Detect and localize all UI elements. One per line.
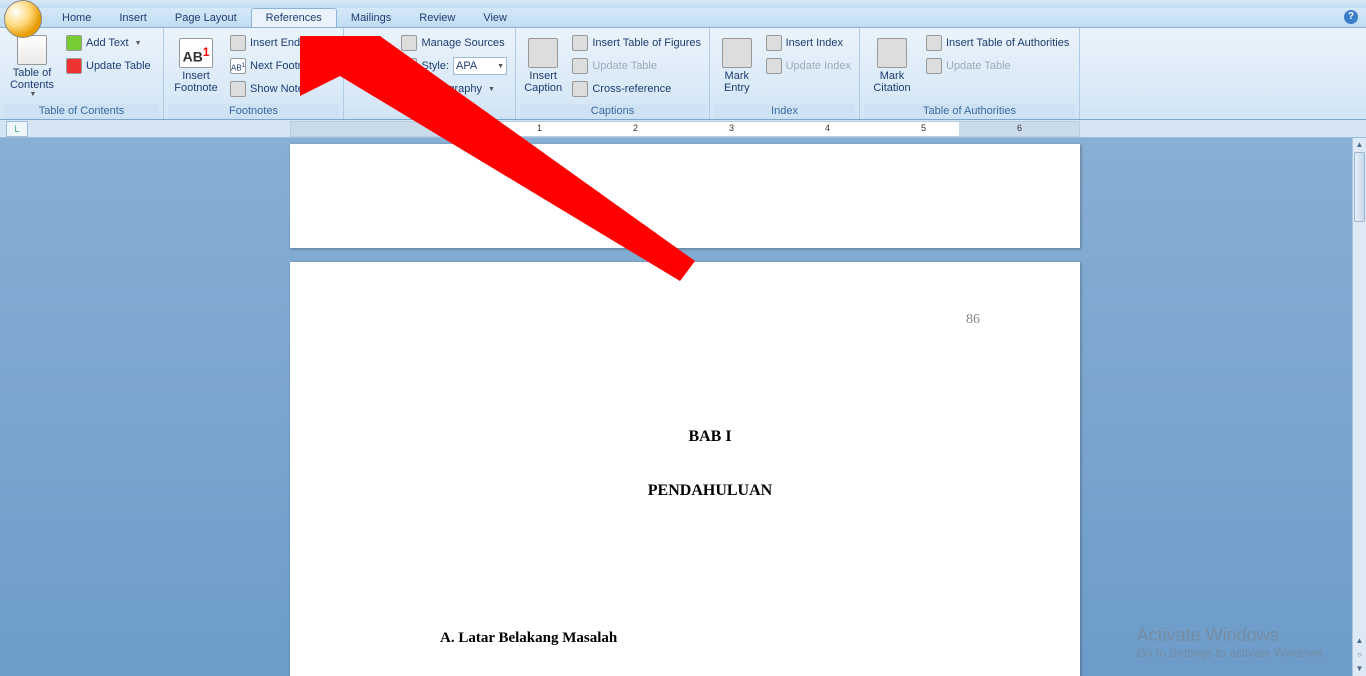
show-notes-button[interactable]: Show Notes bbox=[226, 78, 336, 100]
tab-mailings[interactable]: Mailings bbox=[337, 9, 405, 27]
tab-view[interactable]: View bbox=[469, 9, 521, 27]
doc-title-1: BAB I bbox=[440, 428, 980, 446]
prev-page-button[interactable]: ▲ bbox=[1353, 634, 1366, 648]
group-label-index: Index bbox=[714, 104, 855, 119]
next-page-button[interactable]: ▼ bbox=[1353, 662, 1366, 676]
mark-citation-button[interactable]: Mark Citation bbox=[864, 30, 920, 102]
style-icon bbox=[401, 58, 417, 74]
update-table-button[interactable]: Update Table bbox=[62, 55, 155, 77]
mark-entry-button[interactable]: Mark Entry bbox=[714, 30, 760, 102]
group-label-toa: Table of Authorities bbox=[864, 104, 1075, 119]
toa-icon bbox=[926, 35, 942, 51]
insert-citation-button[interactable] bbox=[348, 30, 395, 102]
scroll-up-button[interactable]: ▲ bbox=[1353, 138, 1366, 152]
doc-section-heading: A. Latar Belakang Masalah bbox=[440, 630, 980, 647]
crossref-icon bbox=[572, 81, 588, 97]
ruler-row: L 1 2 3 4 5 6 bbox=[0, 120, 1366, 138]
insert-index-button[interactable]: Insert Index bbox=[762, 32, 855, 54]
update-toa-button: Update Table bbox=[922, 55, 1073, 77]
document-workspace[interactable]: 86 BAB I PENDAHULUAN A. Latar Belakang M… bbox=[0, 138, 1352, 676]
tab-references[interactable]: References bbox=[251, 8, 337, 27]
group-label-toc: Table of Contents bbox=[4, 104, 159, 119]
update-icon bbox=[66, 58, 82, 74]
update-icon bbox=[572, 58, 588, 74]
tab-home[interactable]: Home bbox=[48, 9, 105, 27]
page-number: 86 bbox=[440, 312, 980, 328]
insert-table-figures-button[interactable]: Insert Table of Figures bbox=[568, 32, 705, 54]
add-text-icon bbox=[66, 35, 82, 51]
office-button[interactable] bbox=[4, 0, 42, 38]
help-icon[interactable]: ? bbox=[1344, 10, 1358, 24]
tab-pagelayout[interactable]: Page Layout bbox=[161, 9, 251, 27]
insert-footnote-button[interactable]: AB1Insert Footnote bbox=[168, 30, 224, 102]
style-dropdown[interactable]: APA▼ bbox=[453, 57, 507, 75]
biblio-icon bbox=[401, 81, 417, 97]
update-icon bbox=[926, 58, 942, 74]
group-label-footnotes: Footnotes bbox=[168, 104, 339, 119]
index-icon bbox=[766, 35, 782, 51]
tab-insert[interactable]: Insert bbox=[105, 9, 161, 27]
citation-icon bbox=[357, 50, 387, 80]
next-footnote-icon: AB1 bbox=[230, 58, 246, 74]
group-label-captions: Captions bbox=[520, 104, 705, 119]
manage-sources-button[interactable]: Manage Sources bbox=[397, 32, 511, 54]
tab-selector[interactable]: L bbox=[6, 121, 28, 137]
style-selector[interactable]: Style:APA▼ bbox=[397, 55, 511, 77]
group-label-citations bbox=[348, 116, 511, 119]
horizontal-ruler[interactable]: 1 2 3 4 5 6 bbox=[290, 121, 1080, 137]
caption-icon bbox=[528, 38, 558, 68]
insert-caption-button[interactable]: Insert Caption bbox=[520, 30, 566, 102]
vertical-scrollbar[interactable]: ▲ ▲ ○ ▼ bbox=[1352, 138, 1366, 676]
sources-icon bbox=[401, 35, 417, 51]
add-text-button[interactable]: Add Text▼ bbox=[62, 32, 155, 54]
figures-icon bbox=[572, 35, 588, 51]
toc-icon bbox=[17, 35, 47, 65]
mark-entry-icon bbox=[722, 38, 752, 68]
tab-review[interactable]: Review bbox=[405, 9, 469, 27]
bibliography-button[interactable]: Bibliography▼ bbox=[397, 78, 511, 100]
update-index-button: Update Index bbox=[762, 55, 855, 77]
next-footnote-button[interactable]: AB1Next Footnote▼ bbox=[226, 55, 336, 77]
cross-reference-button[interactable]: Cross-reference bbox=[568, 78, 705, 100]
update-figures-button: Update Table bbox=[568, 55, 705, 77]
scroll-thumb[interactable] bbox=[1354, 152, 1365, 222]
doc-title-2: PENDAHULUAN bbox=[440, 482, 980, 500]
page-previous[interactable] bbox=[290, 144, 1080, 248]
show-notes-icon bbox=[230, 81, 246, 97]
page-current[interactable]: 86 BAB I PENDAHULUAN A. Latar Belakang M… bbox=[290, 262, 1080, 676]
endnote-icon bbox=[230, 35, 246, 51]
insert-toa-button[interactable]: Insert Table of Authorities bbox=[922, 32, 1073, 54]
browse-object-button[interactable]: ○ bbox=[1353, 648, 1366, 662]
footnote-icon: AB1 bbox=[179, 38, 213, 68]
ribbon-tabs: Home Insert Page Layout References Maili… bbox=[0, 8, 1366, 28]
update-icon bbox=[766, 58, 782, 74]
table-of-contents-button[interactable]: Table of Contents▼ bbox=[4, 30, 60, 102]
windows-watermark: Activate Windows Go to Settings to activ… bbox=[1137, 625, 1326, 660]
mark-citation-icon bbox=[877, 38, 907, 68]
ribbon: Table of Contents▼ Add Text▼ Update Tabl… bbox=[0, 28, 1366, 120]
insert-endnote-button[interactable]: Insert Endnote bbox=[226, 32, 336, 54]
